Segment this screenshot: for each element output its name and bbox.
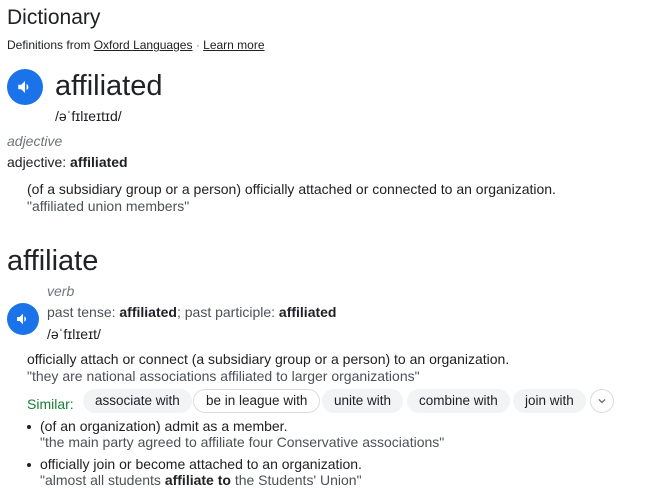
oxford-languages-link[interactable]: Oxford Languages: [94, 38, 193, 52]
part-of-speech-verb: verb: [47, 283, 75, 299]
example-affiliate-1: "they are national associations affiliat…: [27, 368, 420, 384]
headword-affiliate: affiliate: [7, 245, 99, 277]
definition-affiliated: (of a subsidiary group or a person) offi…: [27, 181, 556, 197]
similar-chip-unite-with[interactable]: unite with: [322, 389, 404, 413]
source-prefix: Definitions from: [7, 38, 91, 52]
example-affiliate-3: "almost all students affiliate to the St…: [40, 472, 362, 488]
similar-label: Similar:: [27, 396, 74, 412]
past-participle-label: past participle:: [184, 304, 276, 320]
similar-chip-combine-with[interactable]: combine with: [407, 389, 510, 413]
example-affiliate-2: "the main party agreed to affiliate four…: [40, 434, 445, 450]
example-affiliated: "affiliated union members": [27, 198, 190, 214]
example-pre: "almost all students: [40, 472, 165, 488]
past-tense-label: past tense:: [47, 304, 116, 320]
bullet: [27, 425, 31, 429]
speaker-icon: [18, 81, 29, 93]
word-form-line: adjective: affiliated: [7, 154, 128, 170]
form-label: adjective:: [7, 154, 67, 170]
pronounce-affiliated-button[interactable]: [7, 69, 43, 105]
part-of-speech-adjective: adjective: [7, 133, 63, 149]
verb-forms-line: past tense: affiliated; past participle:…: [47, 304, 337, 320]
form-value: affiliated: [70, 154, 128, 170]
similar-chip-join-with[interactable]: join with: [513, 389, 586, 413]
example-post: the Students' Union": [230, 472, 362, 488]
past-tense-value: affiliated: [119, 304, 177, 320]
example-bold: affiliate to: [164, 472, 231, 488]
pronounce-affiliate-button[interactable]: [7, 303, 39, 335]
learn-more-link[interactable]: Learn more: [203, 38, 264, 52]
dictionary-title: Dictionary: [7, 6, 101, 29]
past-participle-value: affiliated: [278, 304, 337, 320]
definition-affiliate-2: (of an organization) admit as a member.: [40, 418, 288, 434]
definition-affiliate-3: officially join or become attached to an…: [40, 456, 362, 472]
speaker-icon: [17, 313, 26, 325]
similar-chip-associate-with[interactable]: associate with: [83, 389, 192, 413]
expand-similar-button[interactable]: [590, 389, 614, 413]
pronunciation-affiliated: /əˈfɪlɪeɪtɪd/: [55, 108, 122, 124]
separator: ·: [195, 38, 200, 52]
headword-affiliated: affiliated: [55, 70, 163, 102]
forms-separator: ;: [176, 304, 181, 320]
similar-chip-be-in-league-with[interactable]: be in league with: [193, 389, 321, 413]
definition-affiliate-1: officially attach or connect (a subsidia…: [27, 351, 510, 367]
pronunciation-affiliate: /əˈfɪlɪeɪt/: [47, 326, 101, 342]
chevron-down-icon: [598, 399, 606, 404]
source-line: Definitions from Oxford Languages · Lear…: [7, 38, 265, 52]
bullet: [27, 463, 31, 467]
